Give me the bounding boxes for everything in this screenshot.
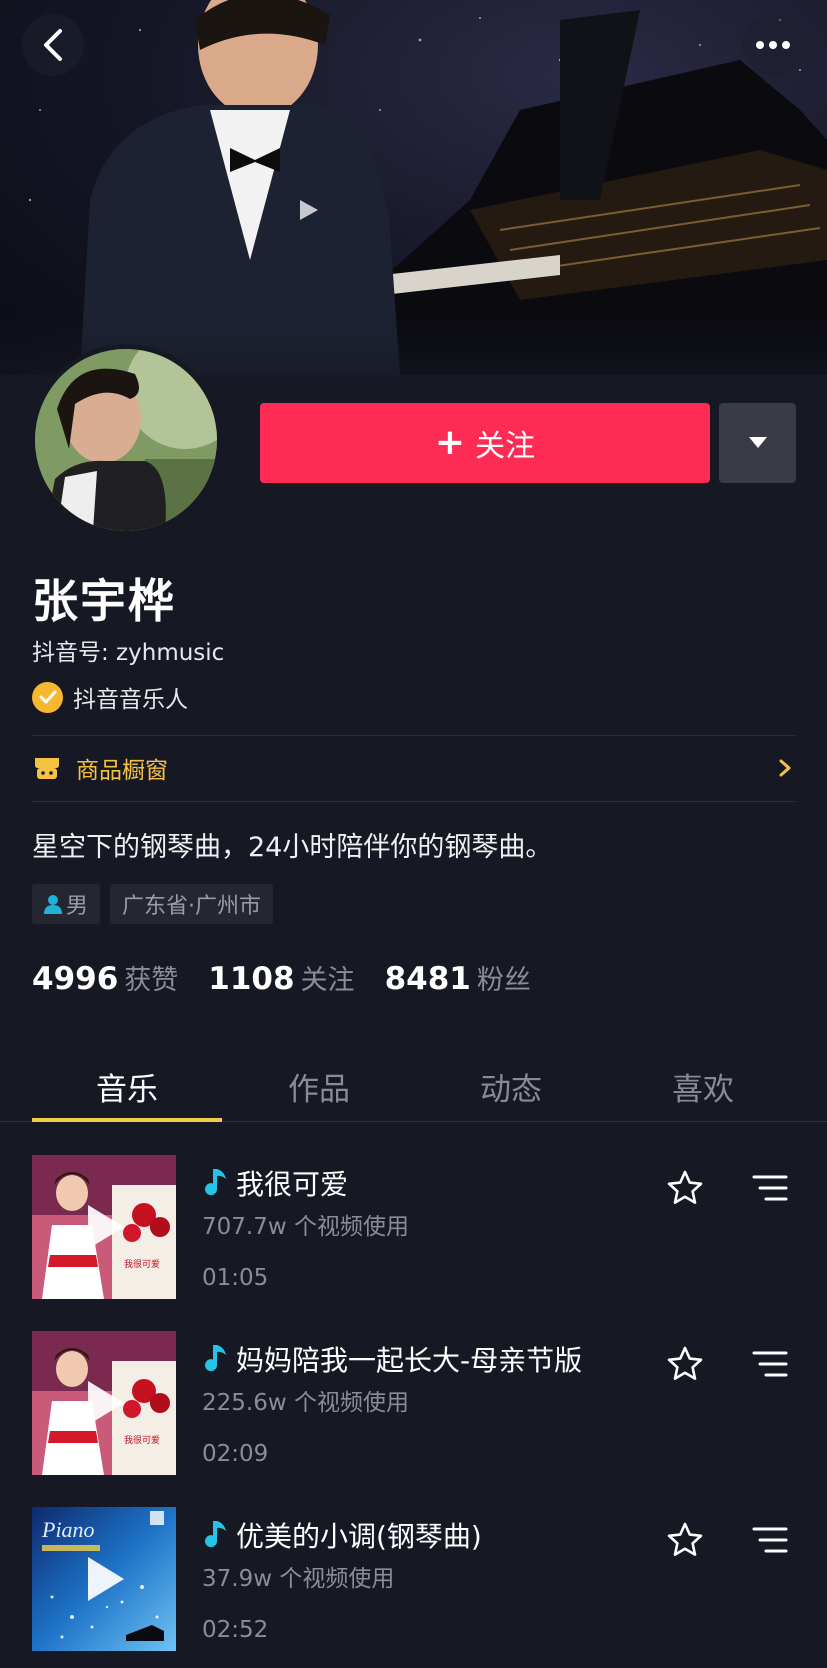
profile-bio: 星空下的钢琴曲，24小时陪伴你的钢琴曲。 (32, 832, 553, 863)
stat-likes: 4996 获赞 (32, 958, 178, 997)
tab-likes[interactable]: 喜欢 (608, 1048, 798, 1121)
verified-check-icon (32, 681, 63, 713)
divider (32, 801, 795, 802)
song-usage-count: 37.9w 个视频使用 (202, 1566, 395, 1592)
song-list-item[interactable]: Piano 优美的小调(钢琴曲) 37.9w 个视频使用 02:52 (32, 1507, 795, 1652)
favorite-star-icon[interactable] (666, 1521, 704, 1559)
song-cover-image[interactable]: 我很可爱 (32, 1155, 176, 1299)
stat-label: 获赞 (124, 965, 179, 996)
profile-tabs: 音乐 作品 动态 喜欢 (0, 1048, 827, 1122)
stat-following[interactable]: 1108 关注 (208, 958, 354, 997)
stat-value: 4996 (32, 961, 119, 997)
favorite-star-icon[interactable] (666, 1345, 704, 1383)
shop-label: 商品橱窗 (76, 758, 168, 784)
song-cover-image[interactable]: Piano (32, 1507, 176, 1651)
stat-value: 8481 (384, 961, 471, 997)
song-title[interactable]: 我很可爱 (202, 1163, 348, 1203)
gender-label: 男 (66, 894, 89, 919)
chevron-right-icon (779, 759, 791, 777)
song-title-text: 优美的小调(钢琴曲) (236, 1520, 482, 1553)
song-usage-count: 707.7w 个视频使用 (202, 1214, 409, 1240)
douyin-id: 抖音号: zyhmusic (32, 640, 225, 666)
play-icon (88, 1205, 124, 1249)
song-title-text: 妈妈陪我一起长大-母亲节版 (236, 1344, 583, 1377)
cover-script: Piano (41, 1517, 95, 1542)
add-to-list-icon[interactable] (752, 1349, 788, 1379)
favorite-star-icon[interactable] (666, 1169, 704, 1207)
cover-caption: 我很可爱 (124, 1434, 160, 1445)
stat-label: 粉丝 (476, 965, 531, 996)
product-showcase-row[interactable]: 商品橱窗 (32, 736, 795, 800)
music-note-icon (205, 1345, 226, 1372)
more-options-button[interactable] (742, 14, 804, 76)
location-label: 广东省·广州市 (122, 894, 262, 919)
verified-badge: 抖音音乐人 (32, 680, 188, 714)
song-cover-image[interactable]: 我很可爱 (32, 1331, 176, 1475)
song-usage-count: 225.6w 个视频使用 (202, 1390, 409, 1416)
gender-tag: 男 (32, 884, 101, 924)
location-tag: 广东省·广州市 (110, 884, 274, 924)
music-note-icon (205, 1521, 226, 1548)
stat-value: 1108 (208, 961, 295, 997)
plus-icon: + (434, 422, 466, 463)
profile-tags: 男 广东省·广州市 (32, 884, 274, 924)
avatar[interactable] (30, 344, 222, 536)
song-title[interactable]: 妈妈陪我一起长大-母亲节版 (202, 1339, 582, 1379)
stat-label: 关注 (300, 965, 355, 996)
song-duration: 02:09 (202, 1441, 269, 1467)
stat-followers[interactable]: 8481 粉丝 (385, 958, 531, 997)
recommend-dropdown-button[interactable] (719, 403, 796, 483)
music-note-icon (205, 1169, 226, 1196)
song-list-item[interactable]: 我很可爱 妈妈陪我一起长大-母亲节版 225.6w 个视频使用 02:09 (32, 1331, 795, 1476)
tab-works[interactable]: 作品 (224, 1048, 414, 1121)
chevron-left-icon (44, 29, 62, 61)
caret-down-icon (748, 437, 767, 448)
user-icon (44, 895, 62, 914)
song-title-text: 我很可爱 (236, 1168, 349, 1201)
shop-icon (35, 758, 59, 779)
more-dots-icon (756, 41, 790, 49)
add-to-list-icon[interactable] (752, 1173, 788, 1203)
back-button[interactable] (22, 14, 84, 76)
profile-name: 张宇桦 (32, 574, 176, 628)
follow-label: 关注 (475, 429, 536, 464)
song-duration: 02:52 (202, 1617, 269, 1643)
song-title[interactable]: 优美的小调(钢琴曲) (202, 1515, 482, 1555)
profile-cover-image (0, 0, 827, 375)
play-icon (88, 1557, 124, 1601)
verified-label: 抖音音乐人 (73, 687, 188, 713)
add-to-list-icon[interactable] (752, 1525, 788, 1555)
follow-button[interactable]: + 关注 (260, 403, 710, 483)
song-list-item[interactable]: 我很可爱 我很可爱 707.7w 个视频使用 01:05 (32, 1155, 795, 1300)
cover-caption: 我很可爱 (124, 1258, 160, 1269)
song-duration: 01:05 (202, 1265, 269, 1291)
play-icon (88, 1381, 124, 1425)
tab-activity[interactable]: 动态 (416, 1048, 606, 1121)
tab-music[interactable]: 音乐 (32, 1048, 222, 1122)
profile-stats: 4996 获赞 1108 关注 8481 粉丝 (32, 958, 531, 997)
